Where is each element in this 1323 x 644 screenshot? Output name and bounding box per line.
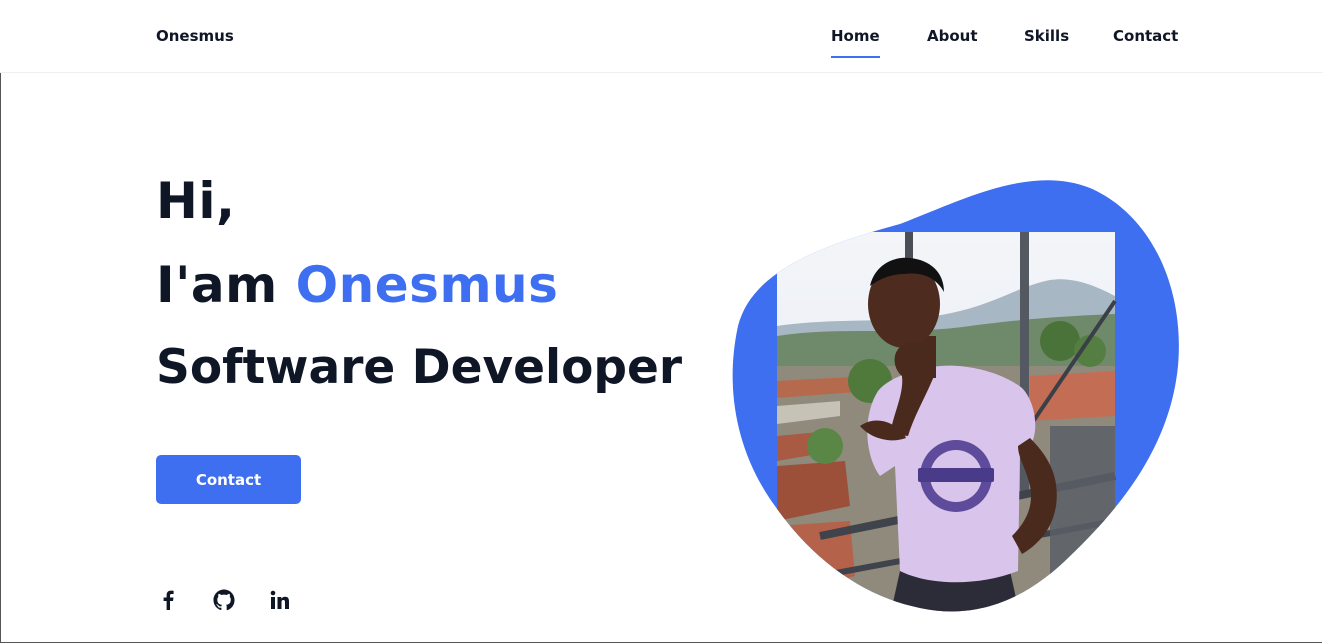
nav-link-contact[interactable]: Contact bbox=[1113, 27, 1178, 45]
github-icon[interactable] bbox=[212, 588, 236, 612]
hero-intro: I'am Onesmus bbox=[156, 256, 558, 314]
contact-button[interactable]: Contact bbox=[156, 455, 301, 504]
hero-greeting: Hi, bbox=[156, 172, 236, 230]
main-nav: Home About Skills Contact bbox=[0, 27, 1323, 67]
photo bbox=[777, 232, 1117, 612]
nav-link-home[interactable]: Home bbox=[831, 27, 880, 58]
hero-title: Software Developer bbox=[156, 340, 683, 395]
hero-name: Onesmus bbox=[295, 256, 559, 314]
nav-link-skills[interactable]: Skills bbox=[1024, 27, 1069, 45]
site-header: Onesmus Home About Skills Contact bbox=[0, 0, 1323, 73]
linkedin-icon[interactable] bbox=[268, 588, 292, 612]
profile-blob bbox=[730, 176, 1182, 616]
hero-intro-prefix: I'am bbox=[156, 256, 296, 314]
facebook-icon[interactable] bbox=[156, 588, 180, 612]
profile-image bbox=[732, 180, 1179, 612]
nav-link-about[interactable]: About bbox=[927, 27, 978, 45]
